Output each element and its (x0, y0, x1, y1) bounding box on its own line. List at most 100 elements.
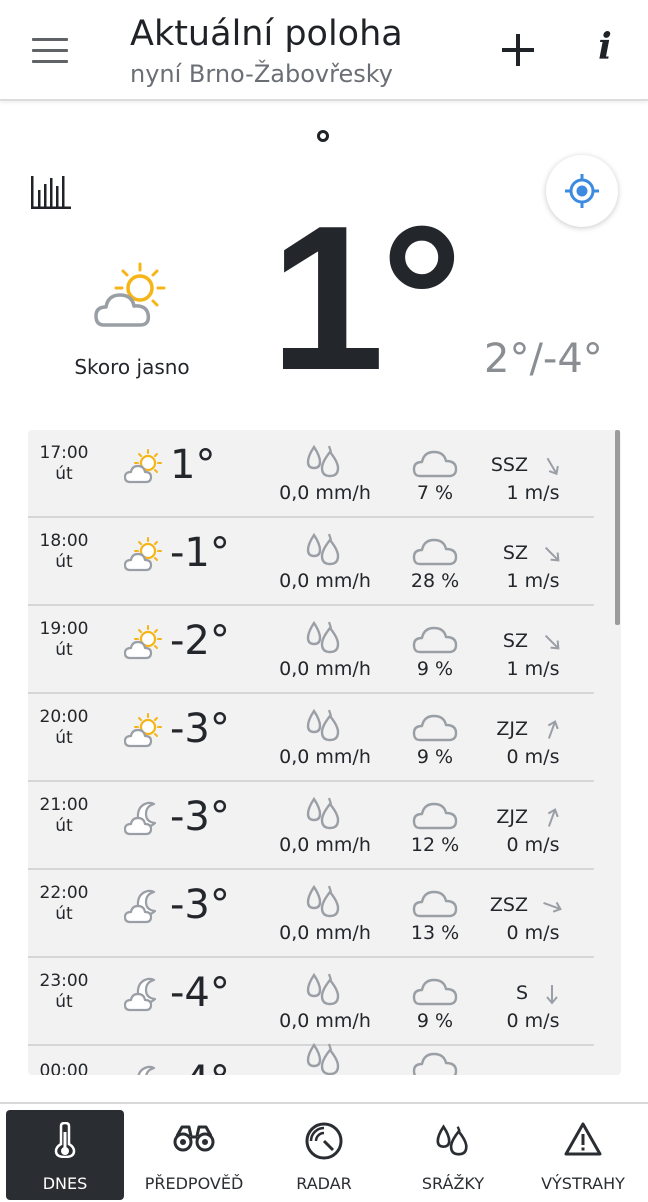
raindrops-icon (304, 972, 344, 1006)
hourly-row: 18:00 út -1° 0,0 mm/h 28 % SZ 1 m/s (28, 518, 594, 606)
nav-label-forecast: PŘEDPOVĚĎ (144, 1174, 244, 1193)
hourly-row: 19:00 út -2° 0,0 mm/h 9 % SZ 1 m/s (28, 606, 594, 694)
row-cloud-cover: 13 % (410, 922, 460, 944)
raindrops-icon (304, 884, 344, 918)
row-cloud-cover: 9 % (416, 746, 454, 768)
row-temperature: -3° (170, 882, 230, 928)
row-wind-speed: 0 m/s (506, 834, 560, 856)
row-temperature: -4° (170, 970, 230, 1016)
row-temperature: -3° (170, 794, 230, 840)
row-precipitation: 0,0 mm/h (279, 482, 371, 504)
hourly-row: 17:00 út 1° 0,0 mm/h 7 % SSZ 1 m/s (28, 430, 594, 518)
row-day: út (55, 640, 73, 660)
hourly-row: 21:00 út -3° 0,0 mm/h 12 % ZJZ 0 m/s (28, 782, 594, 870)
raindrops-icon (304, 620, 344, 654)
nav-warnings[interactable]: VÝSTRAHY (524, 1110, 642, 1200)
row-time: 18:00 (39, 531, 89, 551)
nav-label-radar: RADAR (296, 1174, 352, 1193)
moon-cloud-icon (123, 888, 164, 924)
raindrops-icon (304, 444, 344, 478)
nav-precipitation[interactable]: SRÁŽKY (394, 1110, 512, 1200)
row-time: 19:00 (39, 619, 89, 639)
row-cloud-cover: 7 % (416, 482, 454, 504)
cloud-icon (412, 800, 458, 830)
row-time: 23:00 (39, 971, 89, 991)
raindrops-icon (304, 1042, 344, 1075)
sun-cloud-icon (123, 712, 164, 748)
scrollbar[interactable] (615, 430, 620, 625)
app-header: Aktuální poloha nyní Brno-Žabovřesky i (0, 0, 648, 101)
row-day: út (55, 904, 73, 924)
row-precipitation: 0,0 mm/h (279, 570, 371, 592)
radar-icon (305, 1122, 343, 1160)
hourly-forecast-list[interactable]: 17:00 út 1° 0,0 mm/h 7 % SSZ 1 m/s 18:00 út -1° 0,… (28, 430, 621, 1075)
wind-arrow-icon (540, 894, 564, 918)
warning-icon (564, 1122, 602, 1156)
cloud-icon (412, 888, 458, 918)
thermometer-icon (54, 1122, 76, 1158)
row-precipitation: 0,0 mm/h (279, 658, 371, 680)
wind-arrow-icon (540, 982, 564, 1006)
add-location-button[interactable] (500, 30, 536, 70)
row-temperature: 1° (170, 442, 216, 488)
nav-label-warnings: VÝSTRAHY (541, 1174, 625, 1193)
row-wind-speed: 1 m/s (506, 482, 560, 504)
hourly-row: 23:00 út -4° 0,0 mm/h 9 % S 0 m/s (28, 958, 594, 1046)
hourly-row: 00:00 -4° (28, 1042, 594, 1075)
cloud-icon (412, 448, 458, 478)
raindrops-icon (304, 796, 344, 830)
row-cloud-cover: 12 % (410, 834, 460, 856)
row-cloud-cover: 9 % (416, 658, 454, 680)
plus-icon (502, 34, 534, 66)
row-temperature: -2° (170, 618, 230, 664)
row-temperature: -3° (170, 706, 230, 752)
row-wind-speed: 1 m/s (506, 658, 560, 680)
moon-cloud-icon (123, 976, 164, 1012)
current-temperature: 1° (270, 183, 463, 413)
cloud-icon (412, 536, 458, 566)
row-temperature: -4° (170, 1058, 230, 1075)
row-time: 17:00 (39, 443, 89, 463)
row-day: út (55, 464, 73, 484)
row-day: út (55, 552, 73, 572)
raindrops-icon (304, 708, 344, 742)
row-wind-speed: 0 m/s (506, 746, 560, 768)
moon-cloud-icon (124, 1064, 164, 1075)
row-wind-speed: 0 m/s (506, 1010, 560, 1032)
bottom-navigation: DNES PŘEDPOVĚĎ RADAR SRÁŽKY VÝSTRAHY (0, 1102, 648, 1202)
hamburger-menu-icon[interactable] (32, 38, 68, 64)
crosshair-icon (565, 174, 599, 208)
raindrops-icon (436, 1124, 468, 1156)
row-temperature: -1° (170, 530, 230, 576)
row-precipitation: 0,0 mm/h (279, 834, 371, 856)
binoculars-icon (173, 1125, 215, 1152)
high-low-temperature: 2°/-4° (484, 336, 603, 382)
sun-behind-cloud-icon (94, 262, 170, 330)
row-precipitation: 0,0 mm/h (279, 922, 371, 944)
row-precipitation: 0,0 mm/h (279, 746, 371, 768)
condition-label: Skoro jasno (74, 355, 190, 379)
cloud-icon (412, 712, 458, 742)
row-precipitation: 0,0 mm/h (279, 1010, 371, 1032)
nav-radar[interactable]: RADAR (265, 1110, 383, 1200)
locate-me-button[interactable] (546, 155, 618, 227)
hourly-row: 20:00 út -3° 0,0 mm/h 9 % ZJZ 0 m/s (28, 694, 594, 782)
nav-forecast[interactable]: PŘEDPOVĚĎ (135, 1110, 253, 1200)
info-icon[interactable]: i (590, 26, 620, 72)
row-cloud-cover: 28 % (410, 570, 460, 592)
raindrops-icon (304, 532, 344, 566)
row-time: 20:00 (39, 707, 89, 727)
sun-cloud-icon (123, 624, 164, 660)
nav-today[interactable]: DNES (6, 1110, 124, 1200)
row-day: út (55, 816, 73, 836)
sun-cloud-icon (123, 448, 164, 484)
moon-cloud-icon (123, 800, 164, 836)
nav-label-precipitation: SRÁŽKY (421, 1174, 485, 1193)
row-time: 22:00 (39, 883, 89, 903)
page-title: Aktuální poloha (130, 14, 403, 54)
chart-icon[interactable] (30, 174, 72, 210)
page-indicator-dot (317, 130, 329, 142)
row-time: 00:00 (39, 1061, 89, 1075)
page-subtitle: nyní Brno-Žabovřesky (130, 60, 393, 88)
nav-label-today: DNES (42, 1174, 88, 1193)
